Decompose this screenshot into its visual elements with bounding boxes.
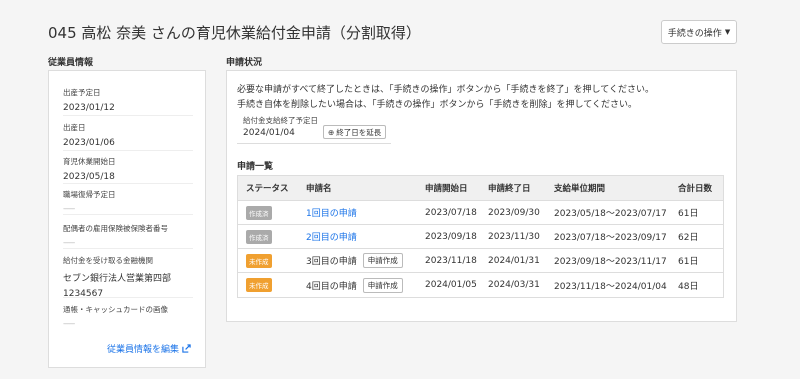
table-row: 未作成 3回目の申請 申請作成 2023/11/18 2024/01/31 20… xyxy=(238,249,723,273)
table-header: ステータス 申請名 申請開始日 申請終了日 支給単位期間 合計日数 xyxy=(238,176,723,201)
note-delete: 手続き自体を削除したい場合は、「手続きの操作」ボタンから「手続きを削除」を押して… xyxy=(237,100,637,110)
field-label: 給付金を受け取る金融機関 xyxy=(63,256,153,265)
application-name: 4回目の申請 xyxy=(306,281,357,292)
header-name: 申請名 xyxy=(306,184,332,194)
field-label: 出産予定日 xyxy=(63,88,101,97)
field-due-date: 出産予定日 2023/01/12 xyxy=(63,87,195,113)
header-period: 支給単位期間 xyxy=(554,184,606,194)
divider xyxy=(237,143,391,144)
total-days: 61日 xyxy=(678,209,699,219)
payment-end-value: 2024/01/04 xyxy=(243,128,295,138)
field-label: 職場復帰予定日 xyxy=(63,190,116,199)
create-application-button[interactable]: 申請作成 xyxy=(362,277,403,293)
field-birth-date: 出産日 2023/01/06 xyxy=(63,122,195,148)
payment-end-label: 給付金支給終了予定日 xyxy=(243,116,318,125)
application-link[interactable]: 2回目の申請 xyxy=(306,230,357,243)
start-date: 2023/07/18 xyxy=(425,207,477,218)
table-row: 作成済 2回目の申請 2023/09/18 2023/11/30 2023/07… xyxy=(238,225,723,249)
field-label: 出産日 xyxy=(63,123,86,132)
end-date: 2023/11/30 xyxy=(488,231,540,242)
divider xyxy=(63,214,193,215)
start-date: 2024/01/05 xyxy=(425,280,477,290)
field-label: 通帳・キャッシュカードの画像 xyxy=(63,305,168,314)
plus-circle-icon: ⊕ xyxy=(328,127,335,137)
header-days: 合計日数 xyxy=(678,184,713,194)
status-badge: 作成済 xyxy=(246,229,272,244)
field-label: 配偶者の雇用保険被保険者番号 xyxy=(63,224,168,233)
field-value: ------ xyxy=(63,204,75,213)
end-date: 2023/09/30 xyxy=(488,207,540,218)
application-name: 3回目の申請 xyxy=(306,257,357,267)
status-badge: 未作成 xyxy=(246,253,272,268)
status-badge: 未作成 xyxy=(246,278,272,292)
field-value: セブン銀行法人営業第四部 xyxy=(63,274,172,284)
external-link-icon xyxy=(182,344,191,353)
pay-period: 2023/11/18〜2024/01/04 xyxy=(554,281,667,292)
edit-employee-link[interactable]: 従業員情報を編集 xyxy=(107,342,191,355)
header-end: 申請終了日 xyxy=(488,184,531,194)
application-table: ステータス 申請名 申請開始日 申請終了日 支給単位期間 合計日数 作成済 1回… xyxy=(237,175,724,298)
procedure-action-button[interactable]: 手続きの操作 ▼ xyxy=(661,20,737,44)
employee-panel: 出産予定日 2023/01/12 出産日 2023/01/06 育児休業開始日 … xyxy=(48,70,206,368)
create-application-button[interactable]: 申請作成 xyxy=(362,253,403,268)
application-panel: 必要な申請がすべて終了したときは、「手続きの操作」ボタンから「手続きを終了」を押… xyxy=(226,70,737,322)
divider xyxy=(63,183,193,184)
start-date: 2023/11/18 xyxy=(425,255,477,266)
pay-period: 2023/07/18〜2023/09/17 xyxy=(554,233,667,243)
total-days: 62日 xyxy=(678,233,699,243)
pay-period: 2023/09/18〜2023/11/17 xyxy=(554,257,667,267)
table-row: 未作成 4回目の申請 申請作成 2024/01/05 2024/03/31 20… xyxy=(238,273,723,297)
end-date: 2024/01/31 xyxy=(488,255,540,266)
table-row: 作成済 1回目の申請 2023/07/18 2023/09/30 2023/05… xyxy=(238,201,723,225)
edit-employee-label: 従業員情報を編集 xyxy=(106,345,179,355)
divider xyxy=(63,115,193,116)
header-status: ステータス xyxy=(246,184,289,194)
field-bankbook-image: 通帳・キャッシュカードの画像 ------ xyxy=(63,304,195,328)
application-link[interactable]: 1回目の申請 xyxy=(306,206,357,219)
application-section-label: 申請状況 xyxy=(226,58,263,68)
note-finish: 必要な申請がすべて終了したときは、「手続きの操作」ボタンから「手続きを終了」を押… xyxy=(237,85,654,95)
extend-end-date-button[interactable]: ⊕ 終了日を延長 xyxy=(323,125,387,139)
field-label: 育児休業開始日 xyxy=(63,157,116,166)
divider xyxy=(63,297,193,298)
divider xyxy=(63,248,193,249)
total-days: 61日 xyxy=(678,257,699,267)
field-return-date: 職場復帰予定日 ------ xyxy=(63,189,195,213)
field-value: ------ xyxy=(63,238,75,247)
field-leave-start: 育児休業開始日 2023/05/18 xyxy=(63,156,195,182)
pay-period: 2023/05/18〜2023/07/17 xyxy=(554,209,667,219)
field-value: 2023/05/18 xyxy=(63,172,115,182)
status-badge: 作成済 xyxy=(246,205,272,220)
caret-down-icon: ▼ xyxy=(724,28,731,36)
field-spouse-insurance: 配偶者の雇用保険被保険者番号 ------ xyxy=(63,223,195,247)
start-date: 2023/09/18 xyxy=(425,231,477,242)
application-list-title: 申請一覧 xyxy=(237,162,274,172)
employee-section-label: 従業員情報 xyxy=(48,58,94,68)
extend-button-label: 終了日を延長 xyxy=(336,127,382,137)
field-value: ------ xyxy=(63,319,75,328)
divider xyxy=(63,150,193,151)
field-bank: 給付金を受け取る金融機関 セブン銀行法人営業第四部 1234567 xyxy=(63,255,195,299)
end-date: 2024/03/31 xyxy=(488,280,540,290)
field-value: 2023/01/06 xyxy=(63,138,115,148)
field-value: 2023/01/12 xyxy=(63,103,115,113)
header-start: 申請開始日 xyxy=(425,184,468,194)
page-title: 045 高松 奈美 さんの育児休業給付金申請（分割取得） xyxy=(48,24,421,42)
procedure-action-label: 手続きの操作 xyxy=(667,28,722,39)
total-days: 48日 xyxy=(678,281,699,292)
